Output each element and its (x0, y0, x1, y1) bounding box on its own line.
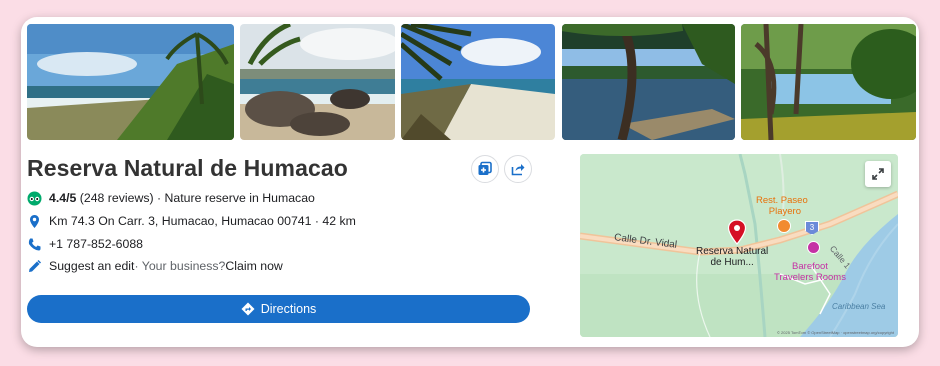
place-photo-4[interactable] (562, 24, 735, 140)
photo-strip (27, 24, 916, 140)
map-place-label-line-1: Reserva Natural (696, 246, 769, 257)
place-card: Reserva Natural de Humacao 4.4/5 (248 re… (21, 17, 919, 347)
expand-icon (872, 168, 884, 180)
edit-row: Suggest an edit · Your business? Claim n… (27, 258, 283, 274)
tripadvisor-owl-icon (27, 191, 42, 206)
place-photo-5[interactable] (741, 24, 916, 140)
expand-map-button[interactable] (865, 161, 891, 187)
hotel-pin-icon[interactable] (807, 241, 820, 254)
place-category: · Nature reserve in Humacao (157, 191, 315, 205)
reviews-link[interactable]: (248 reviews) (80, 191, 154, 205)
restaurant-pin-icon[interactable] (777, 219, 791, 233)
address-link[interactable]: Km 74.3 On Carr. 3, Humacao, Humacao 007… (49, 214, 356, 228)
add-to-collection-icon (478, 161, 492, 175)
map-hotel-label-line-1: Barefoot (792, 261, 828, 272)
place-photo-2[interactable] (240, 24, 395, 140)
map-hotel-label-line-2: Travelers Rooms (774, 272, 846, 283)
share-button[interactable] (504, 155, 532, 183)
map-place-label-line-2: de Hum... (710, 257, 754, 268)
business-prompt: · Your business? (134, 259, 226, 273)
directions-label: Directions (260, 302, 317, 316)
phone-row: +1 787-852-6088 (27, 236, 143, 252)
place-title: Reserva Natural de Humacao (27, 155, 348, 181)
phone-icon (27, 237, 42, 252)
place-photo-1[interactable] (27, 24, 234, 140)
rating-row: 4.4/5 (248 reviews) · Nature reserve in … (27, 190, 315, 206)
suggest-edit-link[interactable]: Suggest an edit (49, 259, 134, 273)
directions-icon (241, 302, 255, 316)
map-place-label: Reserva Natural de Hum... (696, 246, 768, 268)
map-restaurant-label-line-1: Rest. Paseo (756, 195, 808, 206)
map-hotel-label: Barefoot Travelers Rooms (774, 261, 846, 283)
claim-now-link[interactable]: Claim now (225, 259, 282, 273)
phone-link[interactable]: +1 787-852-6088 (49, 237, 143, 251)
place-photo-3[interactable] (401, 24, 555, 140)
rating-value: 4.4/5 (49, 191, 77, 205)
map-thumbnail[interactable]: Calle Dr. Vidal Rest. Paseo Playero 3 Re… (580, 154, 898, 337)
map-restaurant-label: Rest. Paseo Playero (756, 195, 808, 217)
address-row: Km 74.3 On Carr. 3, Humacao, Humacao 007… (27, 213, 356, 229)
share-icon (511, 164, 525, 176)
save-button[interactable] (471, 155, 499, 183)
directions-button[interactable]: Directions (27, 295, 530, 323)
pencil-icon (27, 259, 42, 274)
map-restaurant-label-line-2: Playero (768, 206, 801, 217)
map-sea-label: Caribbean Sea (832, 302, 886, 311)
map-attribution: © 2025 TomTom © OpenStreetMap · openstre… (777, 330, 894, 335)
map-pin-icon (27, 214, 42, 229)
